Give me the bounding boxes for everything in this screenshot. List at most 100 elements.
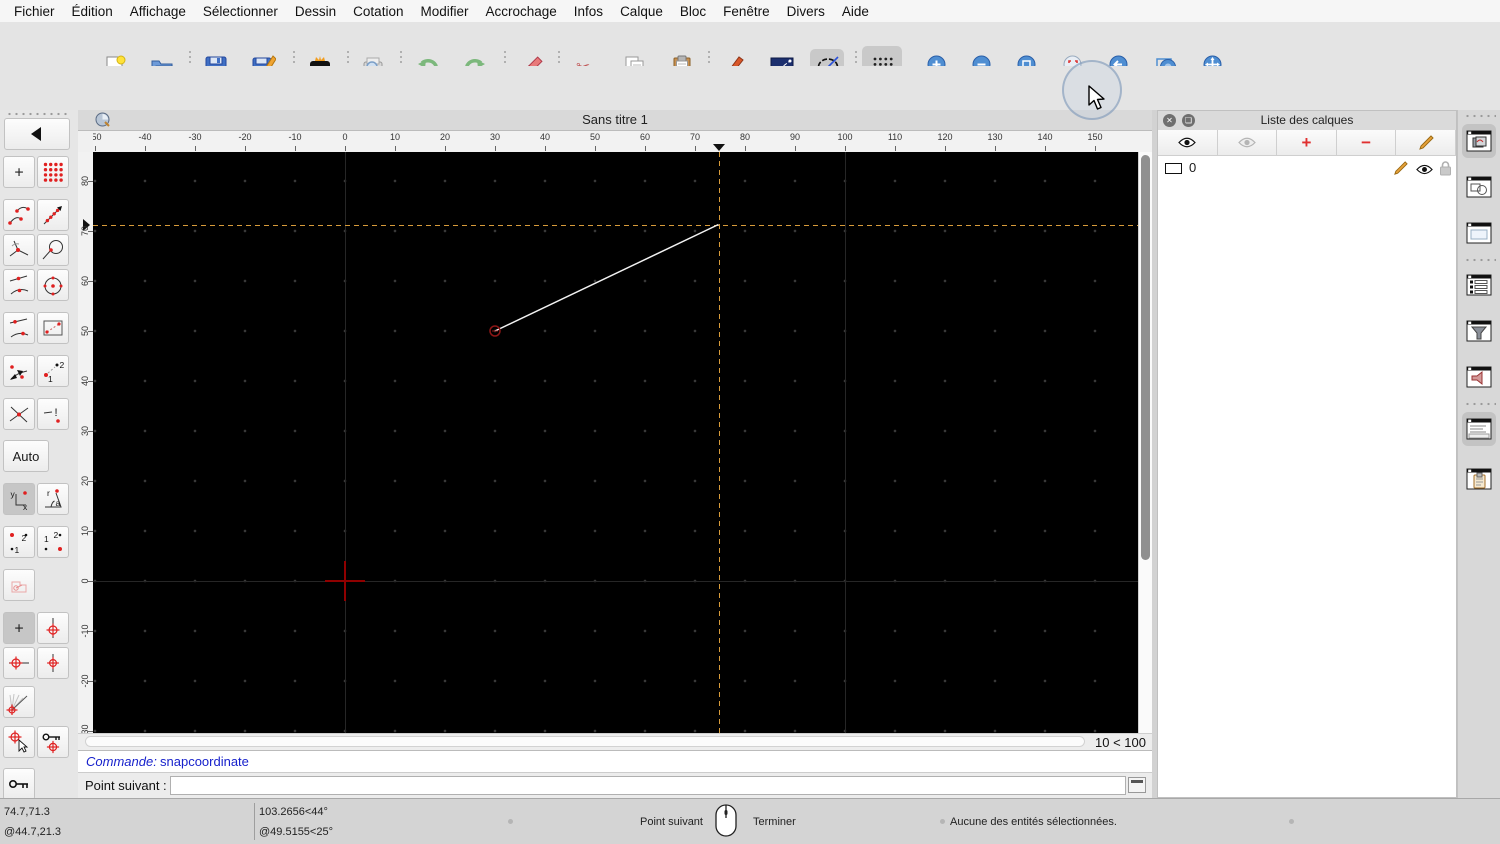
dock-handle[interactable]: [1464, 114, 1496, 118]
show-all-layers-button[interactable]: [1158, 130, 1218, 156]
drawing-window-titlebar[interactable]: Sans titre 1: [78, 110, 1152, 131]
snap-distance-button[interactable]: [3, 312, 35, 344]
menu-fichier[interactable]: Fichier: [14, 4, 55, 19]
layer-row[interactable]: 0: [1158, 158, 1456, 180]
reference-2-1-button[interactable]: 12: [37, 526, 69, 558]
protractor-button[interactable]: [3, 686, 35, 718]
snap-intersection-manual-button[interactable]: !: [37, 398, 69, 430]
menu-infos[interactable]: Infos: [574, 4, 603, 19]
library-browser-dock-button[interactable]: [1462, 216, 1496, 250]
add-layer-button[interactable]: +: [1277, 130, 1337, 156]
snap-on-entity-button[interactable]: [37, 199, 69, 231]
layer-edit-pencil-icon[interactable]: [1393, 161, 1408, 179]
menu-affichage[interactable]: Affichage: [130, 4, 186, 19]
menu-aide[interactable]: Aide: [842, 4, 869, 19]
reference-1-2-button[interactable]: 12: [3, 526, 35, 558]
entity-list-dock-button[interactable]: [1462, 268, 1496, 302]
lock-relative-zero-button[interactable]: [3, 768, 35, 800]
snap-endpoints-button[interactable]: [3, 199, 35, 231]
status-divider: [254, 803, 255, 840]
snap-grid-button[interactable]: [37, 156, 69, 188]
snap-intersection-button[interactable]: [3, 398, 35, 430]
h-ruler-tick: -10: [288, 132, 302, 142]
layer-panel-titlebar[interactable]: ✕ ❏ Liste des calques: [1158, 111, 1456, 131]
layer-color-swatch[interactable]: [1165, 163, 1182, 174]
coord-relative: @44.7,21.3: [4, 826, 62, 838]
restrict-rectangle-button[interactable]: [37, 312, 69, 344]
menu-fenetre[interactable]: Fenêtre: [723, 4, 770, 19]
snap-auto-button[interactable]: Auto: [3, 440, 49, 472]
command-line-dock-button[interactable]: [1462, 412, 1496, 446]
coordinates-cartesian-button[interactable]: yx: [3, 483, 35, 515]
menu-bloc[interactable]: Bloc: [680, 4, 706, 19]
svg-text:1: 1: [44, 534, 49, 544]
vertical-scrollbar[interactable]: [1138, 152, 1152, 733]
eye-icon: [1178, 137, 1197, 148]
crosshair-horizontal-button[interactable]: [3, 647, 35, 679]
h-ruler-tick: 90: [789, 132, 801, 142]
menu-cotation[interactable]: Cotation: [353, 4, 403, 19]
select-crosshair-button[interactable]: [3, 726, 35, 758]
command-input[interactable]: [170, 776, 1126, 795]
pencil-icon: [1418, 134, 1434, 150]
snap-middle-button[interactable]: [3, 269, 35, 301]
filter-dock-button[interactable]: [1462, 314, 1496, 348]
h-ruler-tick: 100: [837, 132, 853, 142]
dock-separator: [1464, 258, 1496, 262]
menu-modifier[interactable]: Modifier: [420, 4, 468, 19]
command-value: snapcoordinate: [160, 754, 249, 769]
layer-lock-icon[interactable]: [1439, 161, 1452, 179]
menu-dessin[interactable]: Dessin: [295, 4, 336, 19]
snap-plus-button[interactable]: +: [3, 612, 35, 644]
polar-relative: @49.5155<25°: [259, 826, 333, 838]
remove-layer-button[interactable]: −: [1336, 130, 1397, 156]
file-toolbar: SVG ✂+ +: [0, 22, 1500, 86]
layer-list-panel: ✕ ❏ Liste des calques + − 0: [1157, 110, 1457, 798]
horizontal-scrollbar[interactable]: 10 < 100: [78, 733, 1152, 750]
vertical-scrollbar-thumb[interactable]: [1141, 155, 1150, 560]
hide-all-layers-button[interactable]: [1217, 130, 1278, 156]
h-ruler-tick: 0: [342, 132, 348, 142]
menu-bar: Fichier Édition Affichage Sélectionner Dessi…: [0, 0, 1500, 23]
menu-selectionner[interactable]: Sélectionner: [203, 4, 278, 19]
horizontal-scrollbar-thumb[interactable]: [85, 736, 1085, 747]
h-ruler-tick: 150: [1087, 132, 1103, 142]
layer-list-dock-button[interactable]: [1462, 124, 1496, 158]
h-ruler-tick: 30: [489, 132, 501, 142]
snap-nearest-button[interactable]: [3, 234, 35, 266]
drawing-canvas[interactable]: [93, 152, 1138, 733]
mouse-hint-left: Point suivant: [640, 816, 703, 828]
shape-faded-button[interactable]: [3, 569, 35, 601]
h-ruler-tick: 140: [1037, 132, 1053, 142]
snapbar-handle[interactable]: [6, 112, 68, 116]
edit-layer-button[interactable]: [1396, 130, 1456, 156]
svg-text:1: 1: [48, 374, 53, 384]
menu-divers[interactable]: Divers: [787, 4, 825, 19]
h-ruler-tick: -20: [238, 132, 252, 142]
points-1-2-button[interactable]: 12: [37, 355, 69, 387]
restrict-directions-button[interactable]: [3, 355, 35, 387]
block-list-dock-button[interactable]: [1462, 170, 1496, 204]
menu-calque[interactable]: Calque: [620, 4, 663, 19]
dock-strip: [1457, 110, 1500, 798]
back-button[interactable]: [4, 118, 70, 150]
selection-info: Aucune des entités sélectionnées.: [950, 816, 1117, 828]
menu-edition[interactable]: Édition: [72, 4, 113, 19]
document-title: Sans titre 1: [582, 112, 648, 127]
command-widget-dock-button[interactable]: [1462, 360, 1496, 394]
snap-center-button[interactable]: [37, 269, 69, 301]
menu-accrochage[interactable]: Accrochage: [485, 4, 556, 19]
command-options-button[interactable]: [1128, 777, 1146, 793]
snap-free-button[interactable]: +: [3, 156, 35, 188]
coordinates-polar-button[interactable]: ra: [37, 483, 69, 515]
svg-text:r: r: [47, 488, 50, 498]
clipboard-dock-button[interactable]: [1462, 462, 1496, 496]
lock-relative-zero-crosshair-button[interactable]: [37, 726, 69, 758]
crosshair-small-button[interactable]: [37, 647, 69, 679]
command-prompt-row: Point suivant :: [78, 772, 1152, 798]
layer-visibility-eye-icon[interactable]: [1416, 163, 1433, 178]
snap-tangent-button[interactable]: [37, 234, 69, 266]
horizontal-ruler: -50 -40 -30 -20 -10 0 10 20 30 40 50 60 70 80 90 100 110…: [93, 131, 1152, 152]
crosshair-vertical-button[interactable]: [37, 612, 69, 644]
h-ruler-tick: -30: [188, 132, 202, 142]
